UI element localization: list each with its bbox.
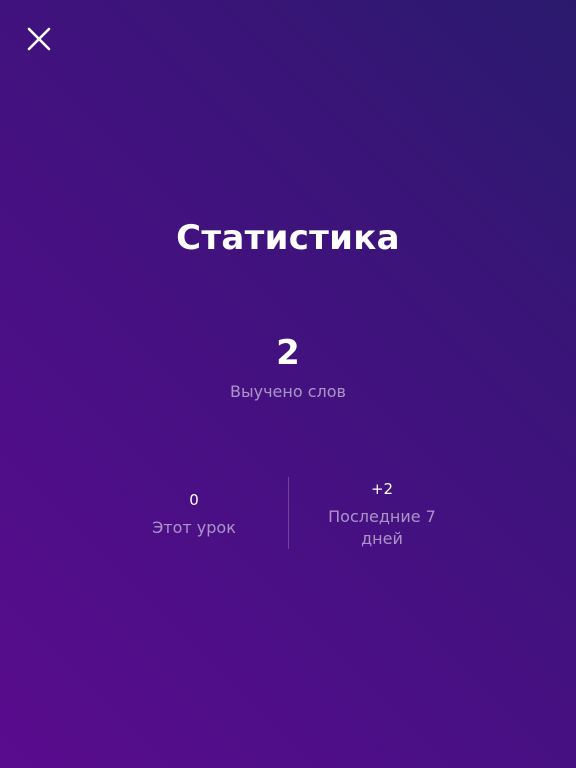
stat-last-7-days-value: +2: [370, 480, 394, 498]
close-button[interactable]: [22, 22, 56, 56]
learned-words-label: Выучено слов: [230, 382, 346, 401]
close-icon: [27, 27, 51, 51]
stat-this-lesson-value: 0: [189, 491, 199, 509]
learned-words-count: 2: [276, 333, 300, 373]
stat-this-lesson-label: Этот урок: [152, 518, 236, 537]
page-title: Статистика: [176, 218, 400, 258]
learned-words-block: 2 Выучено слов: [0, 330, 576, 401]
stat-last-7-days: +2 Последние 7 дней: [282, 480, 482, 550]
stat-last-7-days-label: Последние 7 дней: [328, 507, 436, 548]
stat-this-lesson: 0 Этот урок: [94, 491, 294, 539]
stats-row: 0 Этот урок +2 Последние 7 дней: [0, 477, 576, 549]
